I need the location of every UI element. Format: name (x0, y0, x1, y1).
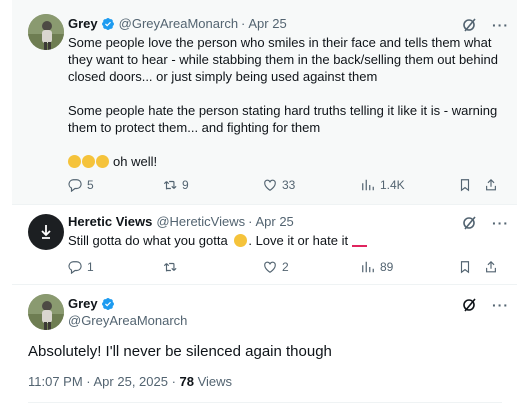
tweet-text: Still gotta do what you gotta . Love it … (68, 232, 500, 249)
verified-badge-icon (101, 17, 114, 30)
conversation-thread: Grey @GreyAreaMonarch · Apr 25 ··· Some … (0, 0, 517, 405)
view-count: 89 (380, 260, 394, 274)
avatar[interactable] (28, 14, 64, 50)
tweet-text-part: . Love it or hate it (248, 233, 349, 248)
repost-icon (163, 262, 177, 272)
main-tweet-header: Grey (68, 296, 115, 311)
views-button[interactable]: 1.4K (361, 178, 405, 192)
tweet-paragraph: Some people hate the person stating hard… (68, 103, 498, 135)
views-icon (362, 261, 374, 273)
repost-count: 9 (182, 178, 189, 192)
handle[interactable]: @GreyAreaMonarch (119, 16, 238, 31)
repost-icon (163, 180, 177, 190)
heretic-logo-icon (41, 225, 51, 239)
bookmark-icon (460, 179, 470, 192)
like-count: 33 (282, 178, 296, 192)
tweet-header: Heretic Views @HereticViews · Apr 25 (68, 214, 294, 229)
reply-button[interactable]: 1 (68, 260, 94, 274)
more-icon[interactable]: ··· (492, 216, 509, 230)
views-label: Views (193, 374, 233, 389)
grok-icon[interactable] (462, 215, 478, 231)
views-icon (362, 179, 374, 191)
reply-icon (68, 261, 82, 274)
like-count: 2 (282, 260, 289, 274)
tweet-paragraph: Some people love the person who smiles i… (68, 35, 498, 84)
handle[interactable]: @HereticViews (156, 214, 245, 229)
avatar[interactable] (28, 214, 64, 250)
view-count: 1.4K (380, 178, 405, 192)
grok-icon[interactable] (462, 17, 478, 33)
tweet-top-actions: ··· (462, 297, 509, 313)
view-count: 78 (179, 374, 194, 389)
tweet-action-bar: 5 9 33 1.4K (68, 178, 498, 194)
tweet-timestamp[interactable]: 11:07 PM · Apr 25, 2025 · (28, 374, 180, 389)
display-name[interactable]: Grey (68, 16, 98, 31)
reply-count: 1 (87, 260, 94, 274)
tweet-header: Grey @GreyAreaMonarch · Apr 25 (68, 16, 287, 31)
repost-button[interactable]: 9 (163, 178, 189, 192)
reply-button[interactable]: 5 (68, 178, 94, 192)
bookmark-button[interactable] (458, 178, 472, 192)
share-icon (486, 260, 496, 273)
tweet-divider (12, 204, 517, 205)
like-icon (264, 179, 276, 191)
meta-divider (28, 402, 502, 403)
emoji-joy-icon (82, 155, 95, 168)
verified-badge-icon (101, 297, 114, 310)
tweet-top-actions: ··· (462, 215, 509, 231)
tweet-text: Some people love the person who smiles i… (68, 34, 500, 170)
display-name[interactable]: Grey (68, 296, 98, 311)
emoji-sweat-smile-icon (68, 155, 81, 168)
tweet-text-part: Still gotta do what you gotta (68, 233, 228, 248)
tweet-action-bar: 1 2 89 (68, 260, 498, 276)
more-icon[interactable]: ··· (492, 298, 509, 312)
views-button[interactable]: 89 (361, 260, 393, 274)
repost-button[interactable] (163, 260, 177, 274)
share-button[interactable] (484, 260, 498, 274)
handle[interactable]: @GreyAreaMonarch (68, 313, 187, 328)
share-button[interactable] (484, 178, 498, 192)
bookmark-icon (460, 261, 470, 274)
like-button[interactable]: 33 (263, 178, 295, 192)
tweet-paragraph-text: oh well! (113, 154, 158, 169)
tweet-divider (12, 284, 517, 285)
reply-icon (68, 179, 82, 192)
grok-icon[interactable] (462, 297, 478, 313)
more-icon[interactable]: ··· (492, 18, 509, 32)
main-tweet-text: Absolutely! I'll never be silenced again… (28, 343, 332, 360)
tweet-top-actions: ··· (462, 17, 509, 33)
avatar[interactable] (28, 294, 64, 330)
bookmark-button[interactable] (458, 260, 472, 274)
like-button[interactable]: 2 (263, 260, 289, 274)
share-icon (486, 178, 496, 191)
main-tweet-meta: 11:07 PM · Apr 25, 2025 · 78 Views (28, 374, 232, 389)
reply-count: 5 (87, 178, 94, 192)
emoji-100-icon (351, 236, 367, 247)
tweet-date[interactable]: Apr 25 (248, 16, 286, 31)
display-name[interactable]: Heretic Views (68, 214, 152, 229)
tweet-paragraph: oh well! (68, 153, 500, 170)
tweet-date[interactable]: Apr 25 (255, 214, 293, 229)
like-icon (264, 261, 276, 273)
emoji-rofl-icon (234, 234, 248, 247)
emoji-sob-icon (96, 155, 109, 168)
